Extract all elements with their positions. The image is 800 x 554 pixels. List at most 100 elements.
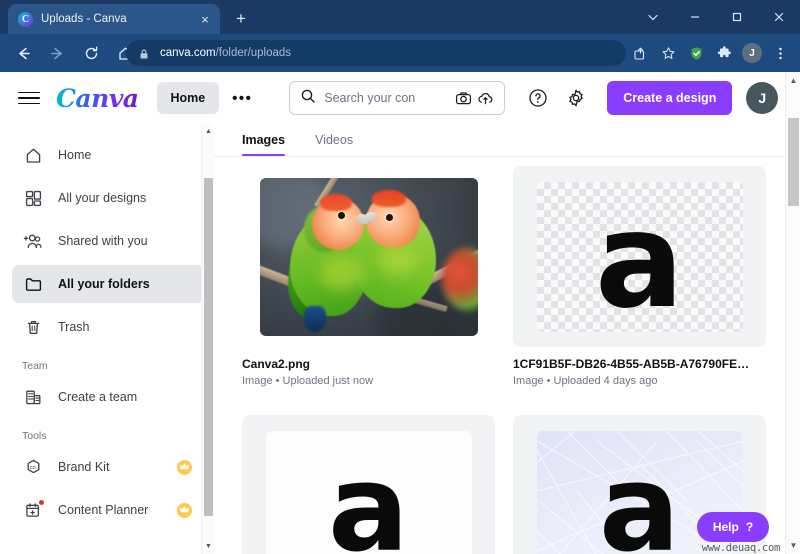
- page-scrollbar-thumb[interactable]: [788, 118, 799, 206]
- content-tabs: Images Videos: [214, 124, 785, 157]
- browser-profile-avatar[interactable]: J: [738, 39, 766, 67]
- canva-logo[interactable]: Canva: [56, 86, 139, 111]
- hamburger-icon[interactable]: [18, 87, 40, 109]
- reload-icon[interactable]: [76, 38, 106, 68]
- user-avatar[interactable]: J: [746, 82, 779, 114]
- minimize-button[interactable]: [674, 0, 716, 34]
- sidebar-item-all-your-folders[interactable]: All your folders: [12, 265, 204, 303]
- extensions-puzzle-icon[interactable]: [710, 39, 738, 67]
- canva-favicon-icon: [18, 11, 33, 27]
- upload-card[interactable]: a 1CF91B5F-DB26-4B55-AB5B-A76790FE… Imag…: [513, 166, 766, 387]
- upload-file-name: 1CF91B5F-DB26-4B55-AB5B-A76790FE…: [513, 357, 750, 371]
- crown-badge-icon: [177, 502, 192, 518]
- canva-header: Canva Home ••• Search your con Create a …: [0, 72, 785, 124]
- watermark: www.deuaq.com: [701, 542, 781, 554]
- browser-tab-strip: Uploads - Canva × +: [0, 0, 800, 34]
- kebab-menu-icon[interactable]: [766, 39, 794, 67]
- white-a-image: a: [265, 430, 472, 554]
- upload-cloud-icon[interactable]: [474, 87, 496, 109]
- sidebar-scrollbar-thumb[interactable]: [204, 178, 213, 516]
- sidebar-section-team: Team: [22, 360, 48, 372]
- sidebar-item-brand-kit[interactable]: co. Brand Kit: [12, 448, 204, 486]
- scroll-up-icon[interactable]: ▲: [202, 125, 214, 138]
- upload-file-meta: Image • Uploaded 4 days ago: [513, 375, 658, 387]
- sidebar-item-label: Home: [58, 148, 92, 162]
- scroll-down-icon[interactable]: ▼: [786, 538, 800, 553]
- sidebar-item-content-planner[interactable]: Content Planner: [12, 491, 204, 529]
- shield-icon[interactable]: [682, 39, 710, 67]
- sidebar-item-home[interactable]: Home: [12, 136, 204, 174]
- forward-icon[interactable]: [42, 38, 72, 68]
- grid-row: a a: [242, 401, 766, 554]
- back-icon[interactable]: [8, 38, 38, 68]
- tab-images[interactable]: Images: [242, 124, 286, 156]
- new-tab-button[interactable]: +: [230, 8, 252, 30]
- notification-dot: [38, 499, 45, 506]
- shared-users-icon: [22, 230, 44, 252]
- upload-card[interactable]: a: [242, 415, 495, 554]
- sidebar: Home All your designs Shared with you Al…: [0, 124, 214, 554]
- uploads-grid: Canva2.png Image • Uploaded just now a 1…: [214, 166, 785, 554]
- address-bar[interactable]: canva.com/folder/uploads: [126, 40, 626, 66]
- help-label: Help: [712, 520, 739, 534]
- scroll-down-icon[interactable]: ▼: [202, 540, 214, 553]
- camera-icon[interactable]: [452, 87, 474, 109]
- profile-initial: J: [742, 43, 762, 63]
- upload-thumbnail[interactable]: a: [242, 415, 495, 554]
- upload-thumbnail[interactable]: [242, 166, 495, 347]
- sidebar-item-label: Create a team: [58, 390, 138, 404]
- building-icon: [22, 386, 44, 408]
- brand-kit-icon: co.: [22, 456, 44, 478]
- browser-toolbar-icons: J: [626, 38, 794, 68]
- page-scrollbar[interactable]: ▲ ▼: [785, 72, 800, 554]
- question-circle-icon[interactable]: [525, 85, 551, 111]
- chevron-down-icon[interactable]: [632, 0, 674, 34]
- share-icon[interactable]: [626, 39, 654, 67]
- sidebar-item-shared-with-you[interactable]: Shared with you: [12, 222, 204, 260]
- sidebar-item-all-your-designs[interactable]: All your designs: [12, 179, 204, 217]
- grid-icon: [22, 187, 44, 209]
- upload-file-name: Canva2.png: [242, 357, 311, 371]
- sidebar-item-create-a-team[interactable]: Create a team: [12, 378, 204, 416]
- url-path: /folder/uploads: [215, 47, 292, 59]
- sidebar-scrollbar[interactable]: ▲ ▼: [201, 124, 214, 554]
- address-bar-url: canva.com/folder/uploads: [160, 47, 291, 59]
- browser-tab[interactable]: Uploads - Canva ×: [8, 4, 220, 34]
- main-content: Images Videos Canva2.png Image • Uploade…: [214, 124, 785, 554]
- browser-nav-bar: canva.com/folder/uploads J: [0, 34, 800, 72]
- upload-file-meta: Image • Uploaded just now: [242, 375, 374, 387]
- bookmark-star-icon[interactable]: [654, 39, 682, 67]
- tab-videos[interactable]: Videos: [315, 124, 353, 156]
- more-options-button[interactable]: •••: [227, 83, 257, 113]
- trash-icon: [22, 316, 44, 338]
- sidebar-item-label: All your folders: [58, 277, 150, 291]
- letter-a-glyph: a: [594, 183, 685, 332]
- sidebar-items: Home All your designs Shared with you Al…: [0, 124, 214, 529]
- grid-row: Canva2.png Image • Uploaded just now a 1…: [242, 166, 766, 387]
- search-input[interactable]: Search your con: [324, 91, 452, 105]
- close-icon[interactable]: ×: [196, 10, 214, 28]
- scroll-up-icon[interactable]: ▲: [786, 73, 800, 88]
- lovebirds-photo: [259, 177, 478, 336]
- help-button[interactable]: Help ?: [697, 512, 769, 542]
- home-button[interactable]: Home: [156, 82, 220, 114]
- sidebar-item-label: Content Planner: [58, 503, 149, 517]
- window-controls: [632, 0, 800, 34]
- window-close-button[interactable]: [758, 0, 800, 34]
- sidebar-item-trash[interactable]: Trash: [12, 308, 204, 346]
- search-icon: [300, 88, 316, 109]
- sidebar-item-label: All your designs: [58, 191, 147, 205]
- browser-window: Uploads - Canva × +: [0, 0, 800, 554]
- gear-icon[interactable]: [563, 85, 589, 111]
- create-a-design-button[interactable]: Create a design: [607, 81, 733, 115]
- folder-icon: [22, 273, 44, 295]
- crown-badge-icon: [177, 459, 192, 475]
- search-bar[interactable]: Search your con: [289, 81, 506, 115]
- sidebar-item-label: Shared with you: [58, 234, 148, 248]
- url-domain: canva.com: [160, 47, 216, 59]
- maximize-button[interactable]: [716, 0, 758, 34]
- upload-thumbnail[interactable]: a: [513, 166, 766, 347]
- svg-text:co.: co.: [29, 465, 37, 471]
- calendar-plus-icon: [22, 499, 45, 521]
- upload-card[interactable]: Canva2.png Image • Uploaded just now: [242, 166, 495, 387]
